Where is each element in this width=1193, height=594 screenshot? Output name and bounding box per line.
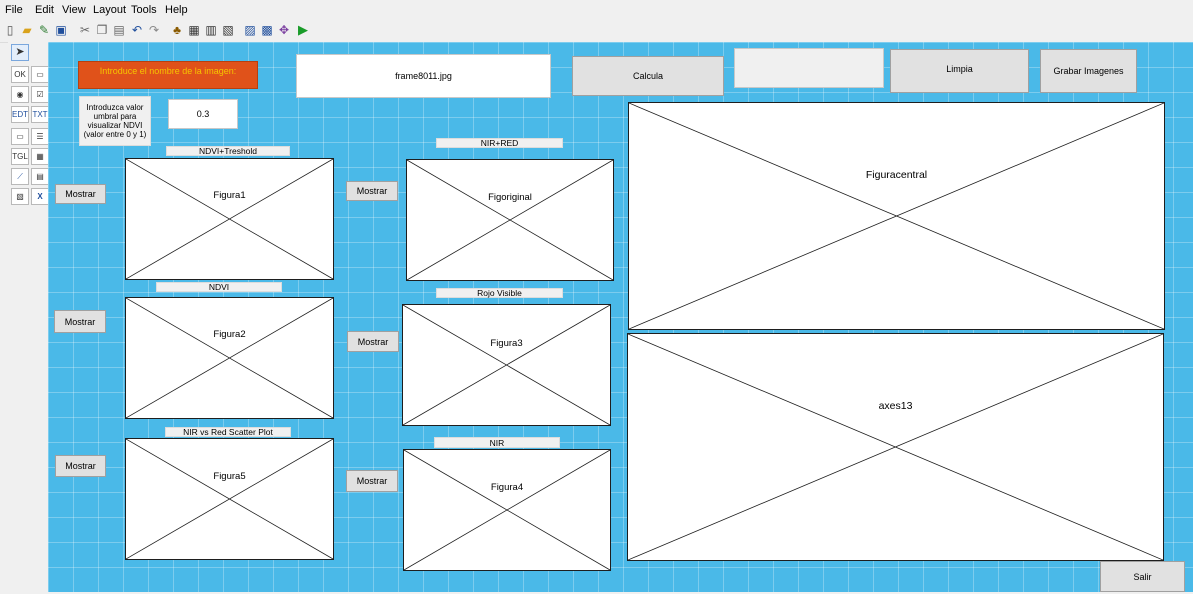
salir-button[interactable]: Salir <box>1100 561 1185 592</box>
mostrar-button-figoriginal[interactable]: Mostrar <box>346 181 398 201</box>
layout-canvas: Introduce el nombre de la imagen: frame8… <box>48 42 1193 592</box>
axes-placeholder-cross <box>126 298 333 418</box>
static-text-tool-icon[interactable]: TXT <box>31 106 49 123</box>
menu-edit[interactable]: Edit <box>35 4 54 16</box>
menu-layout[interactable]: Layout <box>93 4 126 16</box>
paste-icon[interactable]: ▤ <box>112 23 126 37</box>
axes-figura3-label: Figura3 <box>490 338 523 349</box>
edit-text-tool-icon[interactable]: EDT <box>11 106 29 123</box>
axes-placeholder-cross <box>629 103 1164 329</box>
axes-axes13-label: axes13 <box>878 400 913 412</box>
axes-placeholder-cross <box>403 305 610 425</box>
ndvi-treshold-label: NDVI+Treshold <box>166 146 290 156</box>
axes-figura1-label: Figura1 <box>213 190 246 201</box>
axes-figura2: Figura2 <box>125 297 334 419</box>
redo-icon[interactable]: ↷ <box>147 23 161 37</box>
radio-button-tool-icon[interactable]: ◉ <box>11 86 29 103</box>
menu-view[interactable]: View <box>62 4 86 16</box>
axes-figura5-label: Figura5 <box>213 471 246 482</box>
copy-icon[interactable]: ❐ <box>95 23 109 37</box>
mostrar-button-figura1[interactable]: Mostrar <box>55 184 106 204</box>
axes-placeholder-cross <box>628 334 1163 560</box>
axes-figura2-label: Figura2 <box>213 329 246 340</box>
threshold-label: Introduzca valor umbral para visualizar … <box>79 96 151 146</box>
filename-field[interactable]: frame8011.jpg <box>296 54 551 98</box>
mostrar-button-figura5[interactable]: Mostrar <box>55 455 106 477</box>
property-inspector-icon[interactable]: ▩ <box>260 23 274 37</box>
menu-file[interactable]: File <box>5 4 23 16</box>
axes-placeholder-cross <box>126 159 333 279</box>
table-tool-icon[interactable]: ▦ <box>31 148 49 165</box>
toolbar-editor-icon[interactable]: ▧ <box>221 23 235 37</box>
undo-icon[interactable]: ↶ <box>130 23 144 37</box>
edit-icon[interactable]: ✎ <box>37 23 51 37</box>
axes-figuracentral-label: Figuracentral <box>865 169 928 181</box>
object-browser-icon[interactable]: ✥ <box>277 23 291 37</box>
align-icon[interactable]: ♣ <box>170 23 184 37</box>
axes-figura4: Figura4 <box>403 449 611 571</box>
nir-red-label: NIR+RED <box>436 138 563 148</box>
grabar-imagenes-button[interactable]: Grabar Imagenes <box>1040 49 1137 93</box>
rojo-visible-label: Rojo Visible <box>436 288 563 298</box>
axes-placeholder-cross <box>404 450 610 570</box>
limpia-button[interactable]: Limpia <box>890 49 1029 93</box>
menu-bar: File Edit View Layout Tools Help <box>0 0 1193 20</box>
open-icon[interactable]: ▰ <box>20 23 34 37</box>
axes-figoriginal-label: Figoriginal <box>488 192 532 203</box>
scatter-plot-label: NIR vs Red Scatter Plot <box>165 427 291 437</box>
blank-field <box>734 48 884 88</box>
toggle-button-tool-icon[interactable]: TGL <box>11 148 29 165</box>
mostrar-button-figura2[interactable]: Mostrar <box>54 310 106 333</box>
popup-menu-tool-icon[interactable]: ▭ <box>11 128 29 145</box>
mostrar-button-figura4[interactable]: Mostrar <box>346 470 398 492</box>
menu-tools[interactable]: Tools <box>131 4 157 16</box>
listbox-tool-icon[interactable]: ☰ <box>31 128 49 145</box>
mostrar-button-figura3[interactable]: Mostrar <box>347 331 399 352</box>
mfile-editor-icon[interactable]: ▨ <box>243 23 257 37</box>
run-icon[interactable]: ▶ <box>296 23 310 37</box>
panel-tool-icon[interactable]: ▤ <box>31 168 49 185</box>
cut-icon[interactable]: ✂ <box>78 23 92 37</box>
push-button-tool-icon[interactable]: OK <box>11 66 29 83</box>
menu-help[interactable]: Help <box>165 4 188 16</box>
axes-figura4-label: Figura4 <box>490 482 524 493</box>
axes-axes13: axes13 <box>627 333 1164 561</box>
save-icon[interactable]: ▣ <box>54 23 68 37</box>
nir-label: NIR <box>434 437 560 448</box>
slider-tool-icon[interactable]: ▭ <box>31 66 49 83</box>
axes-figuracentral: Figuracentral <box>628 102 1165 330</box>
axes-figura3: Figura3 <box>402 304 611 426</box>
checkbox-tool-icon[interactable]: ☑ <box>31 86 49 103</box>
button-group-tool-icon[interactable]: ▧ <box>11 188 29 205</box>
ndvi-label: NDVI <box>156 282 282 292</box>
tab-order-icon[interactable]: ▥ <box>204 23 218 37</box>
axes-placeholder-cross <box>126 439 333 559</box>
menu-editor-icon[interactable]: ▦ <box>187 23 201 37</box>
calcula-button[interactable]: Calcula <box>572 56 724 96</box>
axes-placeholder-cross <box>407 160 613 280</box>
axes-figura5: Figura5 <box>125 438 334 560</box>
new-file-icon[interactable]: ▯ <box>3 23 17 37</box>
select-tool-icon[interactable]: ➤ <box>11 44 29 61</box>
activex-tool-icon[interactable]: X <box>31 188 49 205</box>
axes-figoriginal: Figoriginal <box>406 159 614 281</box>
toolbar: ▯ ▰ ✎ ▣ ✂ ❐ ▤ ↶ ↷ ♣ ▦ ▥ ▧ ▨ ▩ ✥ ▶ <box>0 20 1193 43</box>
axes-tool-icon[interactable]: ⟋ <box>11 168 29 185</box>
axes-figura1: Figura1 <box>125 158 334 280</box>
image-name-prompt-label: Introduce el nombre de la imagen: <box>78 61 258 89</box>
threshold-input[interactable]: 0.3 <box>168 99 238 129</box>
